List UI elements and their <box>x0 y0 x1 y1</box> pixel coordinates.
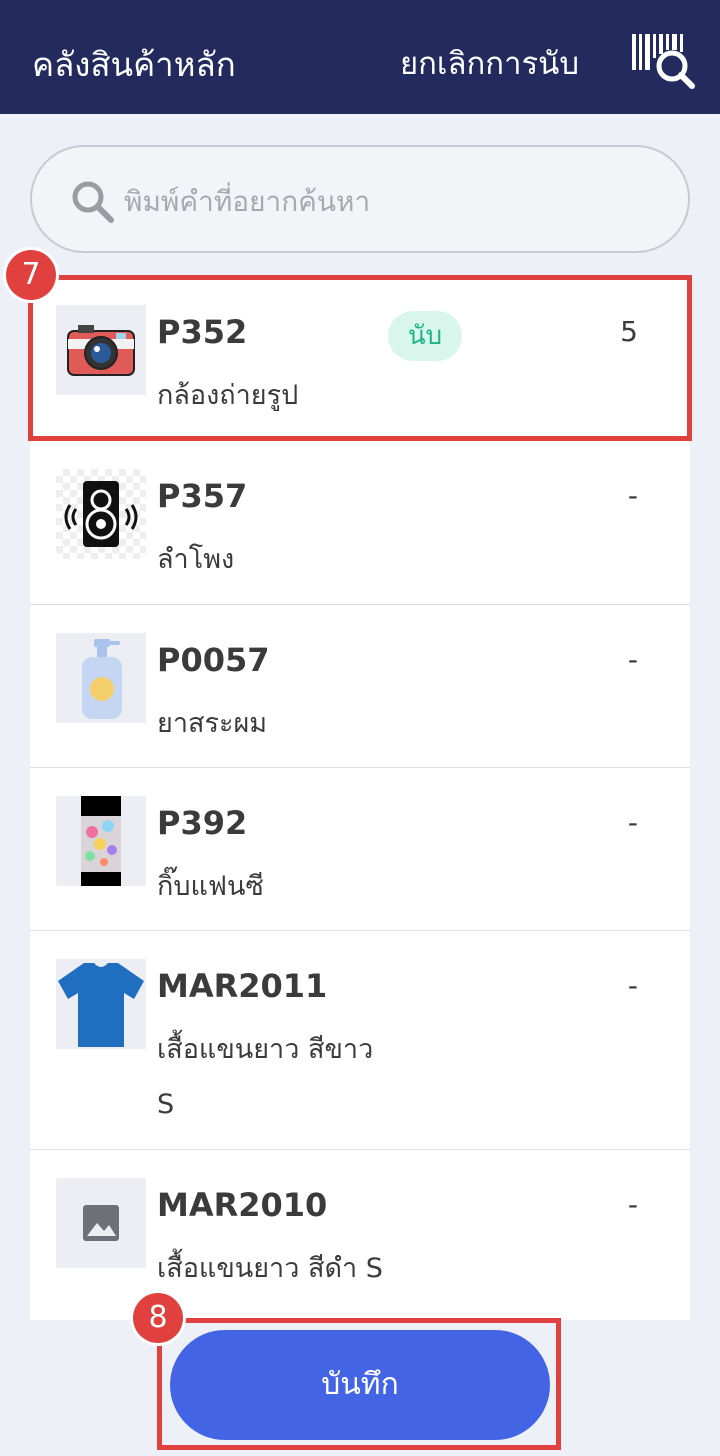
shampoo-bottle-icon <box>56 633 146 723</box>
product-qty: - <box>627 643 638 676</box>
search-icon <box>72 181 114 223</box>
page-title: คลังสินค้าหลัก <box>32 45 236 84</box>
product-name: ลำโพง <box>157 544 235 575</box>
product-qty: - <box>627 479 638 512</box>
product-name: เสื้อแขนยาว สีดำ S <box>157 1253 383 1284</box>
hair-clips-photo <box>56 796 146 886</box>
step-7-marker: 7 <box>6 250 56 300</box>
list-item[interactable]: P392 - กิ๊บแฟนซี <box>30 768 690 931</box>
product-name: ยาสระผม <box>157 708 268 739</box>
list-item[interactable]: P357 - ลำโพง <box>30 441 690 605</box>
barcode-search-icon[interactable] <box>628 30 700 90</box>
step-8-marker: 8 <box>133 1293 183 1343</box>
counted-badge: นับ <box>388 311 462 361</box>
product-code: P357 <box>157 477 248 515</box>
product-name: กล้องถ่ายรูป <box>157 380 299 411</box>
product-qty: - <box>627 806 638 839</box>
save-button[interactable]: บันทึก <box>170 1330 550 1440</box>
product-code: MAR2010 <box>157 1186 328 1224</box>
speaker-icon <box>56 469 146 559</box>
image-placeholder-icon <box>56 1178 146 1268</box>
list-item[interactable]: P352 นับ 5 กล้องถ่ายรูป <box>30 277 690 441</box>
camera-icon <box>56 305 146 395</box>
product-code: MAR2011 <box>157 967 328 1005</box>
search-input[interactable] <box>124 173 644 229</box>
top-bar: คลังสินค้าหลัก ยกเลิกการนับ <box>0 0 720 114</box>
product-code: P0057 <box>157 641 270 679</box>
product-code: P392 <box>157 804 248 842</box>
list-item[interactable]: MAR2011 - เสื้อแขนยาว สีขาว S <box>30 931 690 1150</box>
product-qty: - <box>627 1188 638 1221</box>
cancel-count-button[interactable]: ยกเลิกการนับ <box>400 38 579 88</box>
product-qty: - <box>627 969 638 1002</box>
tshirt-icon <box>56 959 146 1049</box>
product-name: กิ๊บแฟนซี <box>157 871 264 902</box>
search-bar <box>30 145 690 253</box>
product-list: P352 นับ 5 กล้องถ่ายรูป P357 - ลำโพง P00… <box>30 277 690 1320</box>
product-name: เสื้อแขนยาว สีขาว S <box>157 1034 374 1120</box>
list-item[interactable]: P0057 - ยาสระผม <box>30 605 690 768</box>
list-item[interactable]: MAR2010 - เสื้อแขนยาว สีดำ S <box>30 1150 690 1320</box>
product-code: P352 <box>157 313 248 351</box>
product-qty: 5 <box>620 315 638 348</box>
